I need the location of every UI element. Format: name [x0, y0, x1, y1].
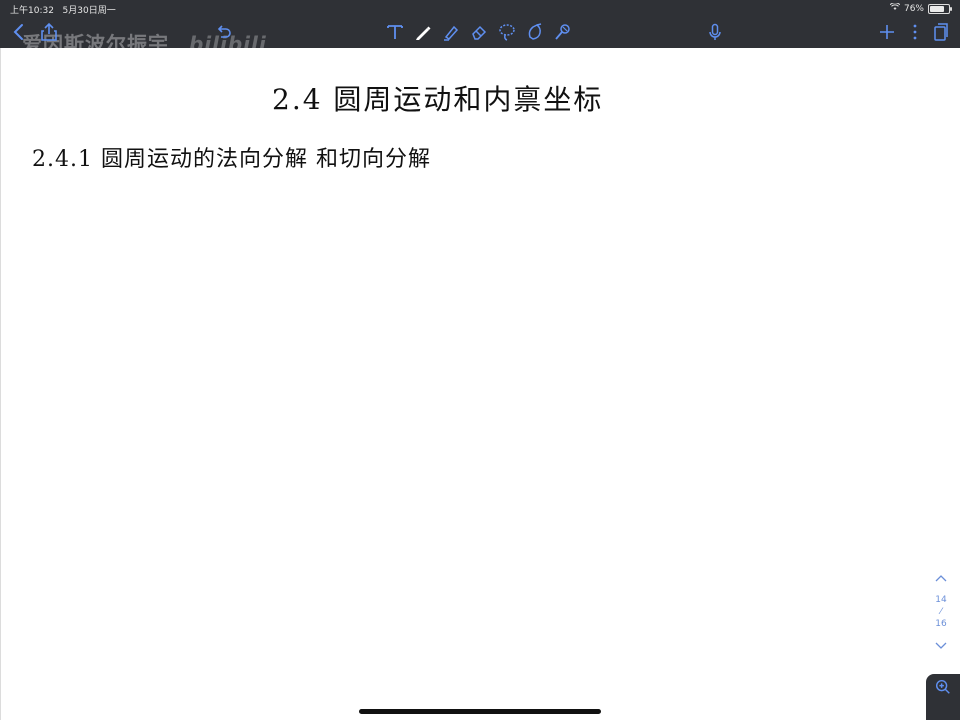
undo-button[interactable]	[212, 21, 234, 43]
more-icon	[913, 24, 917, 40]
total-pages: 16	[935, 619, 947, 629]
highlighter-icon	[444, 25, 459, 41]
page-navigator: 14 ⁄ 16	[930, 572, 952, 652]
wifi-icon	[889, 2, 901, 14]
status-bar: 上午10:32 5月30日周一 76%	[0, 0, 960, 16]
plus-icon	[880, 25, 894, 39]
add-button[interactable]	[876, 21, 898, 43]
status-time-date: 上午10:32 5月30日周一	[10, 3, 116, 16]
top-toolbar: 上午10:32 5月30日周一 76% 爱因斯波尔振宇 bilibili	[0, 0, 960, 56]
undo-icon	[217, 25, 231, 38]
image-tool-button[interactable]	[552, 21, 574, 43]
shape-icon	[528, 23, 542, 40]
microphone-button[interactable]	[704, 21, 726, 43]
page-down-button[interactable]	[930, 640, 952, 652]
home-indicator[interactable]	[359, 709, 601, 714]
text-tool-button[interactable]	[384, 21, 406, 43]
status-time: 上午10:32	[10, 6, 54, 16]
page-title: 2.4 圆周运动和内禀坐标	[272, 83, 604, 116]
share-icon	[41, 22, 57, 41]
chevron-left-icon	[13, 24, 23, 40]
battery-percent: 76%	[903, 3, 924, 14]
page-up-button[interactable]	[930, 572, 952, 584]
battery-icon	[928, 3, 952, 14]
pages-icon	[934, 23, 948, 41]
pen-icon	[416, 26, 431, 40]
status-right: 76%	[889, 2, 952, 14]
highlighter-tool-button[interactable]	[440, 21, 462, 43]
status-date: 5月30日周一	[62, 6, 116, 16]
pages-button[interactable]	[930, 21, 952, 43]
battery-fill	[930, 5, 944, 12]
chevron-down-icon	[935, 642, 947, 649]
shape-tool-button[interactable]	[524, 21, 546, 43]
share-button[interactable]	[38, 21, 60, 43]
page-separator: ⁄	[940, 607, 942, 617]
eraser-icon	[472, 25, 487, 40]
pen-tool-button[interactable]	[412, 21, 434, 43]
more-button[interactable]	[904, 21, 926, 43]
zoom-in-icon	[935, 679, 950, 694]
text-icon	[387, 25, 403, 39]
back-button[interactable]	[8, 21, 30, 43]
current-page: 14	[935, 595, 947, 605]
lasso-icon	[499, 24, 515, 41]
microphone-icon	[709, 23, 721, 40]
section-heading: 2.4.1 圆周运动的法向分解 和切向分解	[32, 147, 431, 172]
lasso-tool-button[interactable]	[496, 21, 518, 43]
eraser-tool-button[interactable]	[468, 21, 490, 43]
image-icon	[555, 24, 570, 40]
chevron-up-icon	[935, 575, 947, 582]
zoom-button[interactable]	[926, 674, 960, 720]
